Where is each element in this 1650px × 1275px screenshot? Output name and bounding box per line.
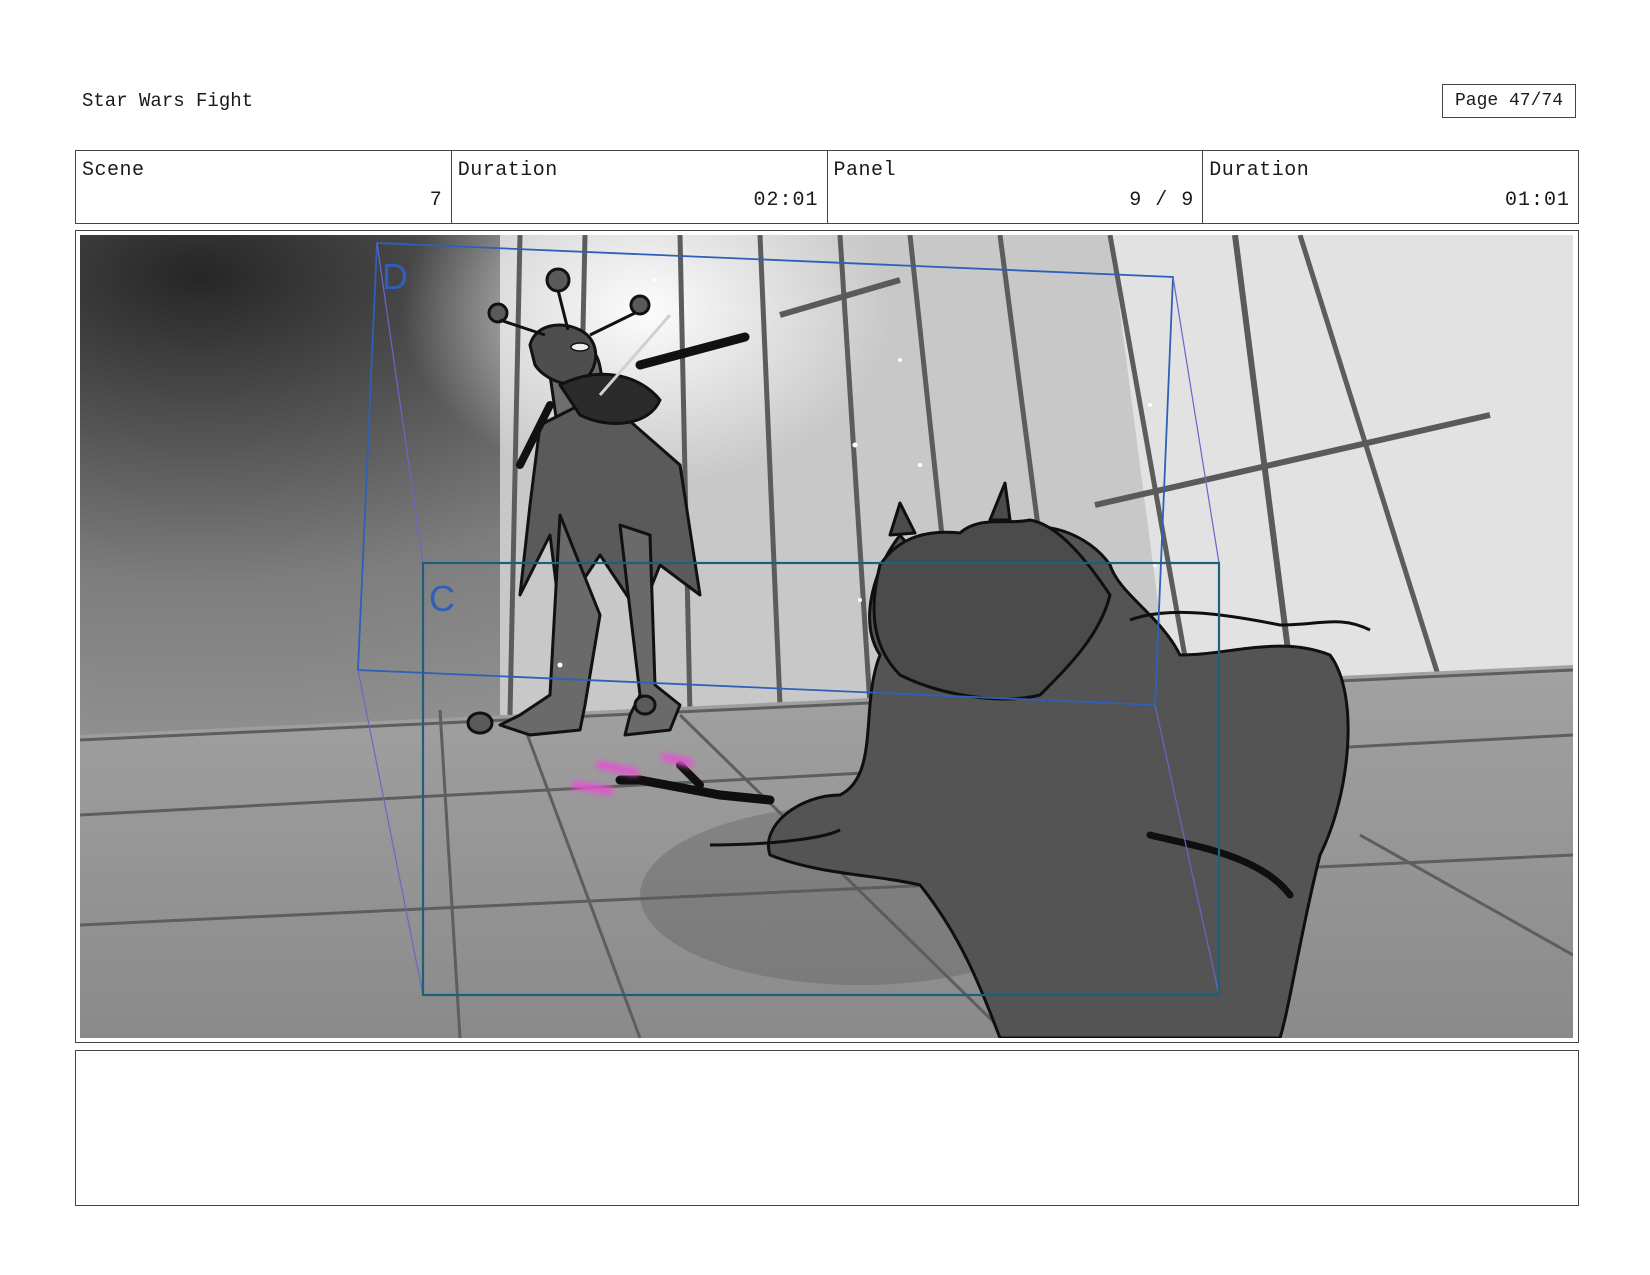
page-number: Page 47/74 xyxy=(1442,84,1576,118)
panel-duration-cell: Duration 01:01 xyxy=(1203,151,1578,223)
scene-info-table: Scene 7 Duration 02:01 Panel 9 / 9 Durat… xyxy=(75,150,1579,224)
panel-label: Panel xyxy=(833,159,897,182)
storyboard-panel-drawing: D C xyxy=(80,235,1573,1038)
panel-duration-label: Duration xyxy=(1209,159,1310,182)
storyboard-panel-frame: D C xyxy=(75,230,1579,1043)
scene-duration-cell: Duration 02:01 xyxy=(452,151,828,223)
panel-duration-value: 01:01 xyxy=(1504,189,1570,212)
scene-cell: Scene 7 xyxy=(76,151,452,223)
scene-duration-label: Duration xyxy=(457,159,558,182)
panel-cell: Panel 9 / 9 xyxy=(828,151,1204,223)
panel-value: 9 / 9 xyxy=(1129,189,1195,212)
scene-value: 7 xyxy=(429,189,443,212)
panel-notes-box xyxy=(75,1050,1579,1206)
scene-label: Scene xyxy=(82,159,145,182)
project-title: Star Wars Fight xyxy=(82,90,254,112)
camera-label-d: D xyxy=(382,256,408,297)
camera-label-c: C xyxy=(429,578,455,619)
scene-duration-value: 02:01 xyxy=(753,189,819,212)
